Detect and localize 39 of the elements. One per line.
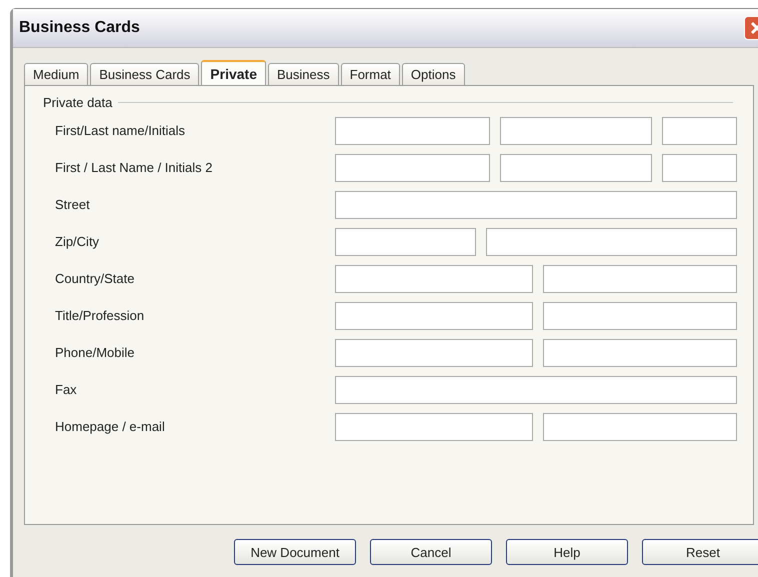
field-label: Zip/City bbox=[55, 234, 100, 249]
tab[interactable]: Business Cards bbox=[90, 63, 200, 85]
input-field[interactable] bbox=[486, 228, 737, 256]
input-field[interactable] bbox=[543, 302, 737, 330]
input-field[interactable] bbox=[543, 264, 737, 292]
input-field[interactable] bbox=[543, 338, 737, 366]
input-field[interactable] bbox=[662, 154, 737, 182]
input-field[interactable] bbox=[335, 116, 490, 144]
tab[interactable]: Medium bbox=[24, 63, 88, 85]
field-label: Homepage / e-mail bbox=[55, 419, 166, 434]
field-label: Country/State bbox=[55, 271, 136, 286]
tab[interactable]: Format bbox=[340, 63, 400, 85]
field-label: Title/Profession bbox=[55, 308, 146, 323]
group-title: Private data bbox=[43, 94, 112, 110]
dialog-button[interactable]: Help bbox=[506, 539, 628, 565]
tab[interactable]: Private bbox=[201, 60, 266, 85]
input-field[interactable] bbox=[543, 412, 737, 440]
input-field[interactable] bbox=[335, 190, 737, 218]
input-field[interactable] bbox=[335, 264, 534, 292]
tab[interactable]: Business bbox=[268, 63, 339, 85]
input-field[interactable] bbox=[335, 412, 534, 440]
tab[interactable]: Options bbox=[402, 63, 465, 85]
input-field[interactable] bbox=[335, 338, 534, 366]
field-label: Phone/Mobile bbox=[55, 345, 136, 360]
input-field[interactable] bbox=[335, 302, 534, 330]
field-label: First / Last Name / Initials 2 bbox=[55, 160, 214, 175]
input-field[interactable] bbox=[335, 154, 490, 182]
input-field[interactable] bbox=[500, 116, 652, 144]
input-field[interactable] bbox=[335, 228, 476, 256]
dialog-button[interactable]: Reset bbox=[642, 539, 758, 565]
input-field[interactable] bbox=[662, 116, 737, 144]
field-label: First/Last name/Initials bbox=[55, 123, 186, 138]
window-title: Business Cards bbox=[19, 19, 140, 37]
field-label: Street bbox=[55, 197, 91, 212]
input-field[interactable] bbox=[500, 154, 652, 182]
dialog-button[interactable]: Cancel bbox=[370, 539, 492, 565]
dialog-button[interactable]: New Document bbox=[234, 539, 356, 565]
field-label: Fax bbox=[55, 382, 78, 397]
input-field[interactable] bbox=[335, 376, 737, 404]
